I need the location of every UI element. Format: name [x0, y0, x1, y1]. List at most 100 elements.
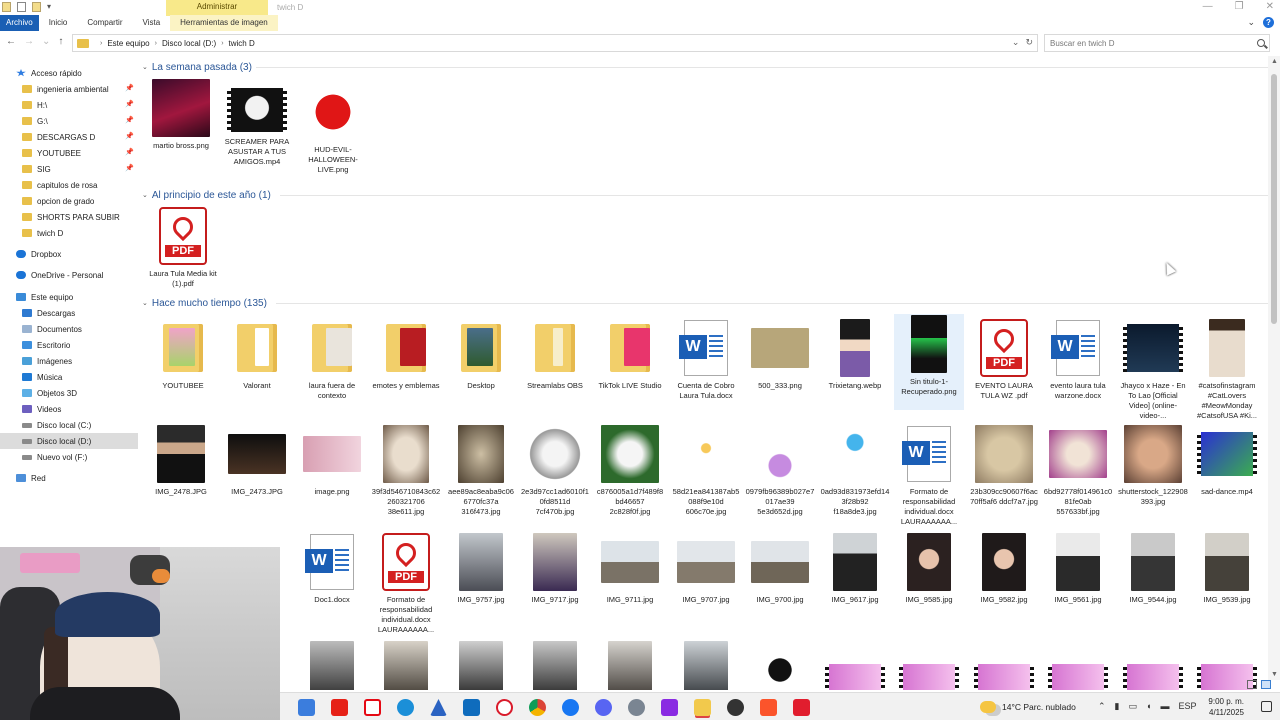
search-input[interactable]: Buscar en twich D	[1050, 39, 1114, 48]
file-item[interactable]	[820, 656, 890, 690]
sidebar-item-disco-d[interactable]: Disco local (D:)	[0, 433, 138, 449]
file-item[interactable]	[297, 640, 367, 690]
language-indicator[interactable]: ESP	[1178, 701, 1196, 712]
file-item[interactable]: 0ad93d831973efd143f28b92 f18a8de3.jpg	[820, 424, 890, 517]
scrollbar-thumb[interactable]	[1271, 74, 1277, 324]
tab-compartir[interactable]: Compartir	[77, 15, 132, 31]
file-item[interactable]: 2e3d97cc1ad6010f10fd8511d 7cf470b.jpg	[520, 424, 590, 517]
brave-icon[interactable]	[760, 699, 777, 716]
store-icon[interactable]	[298, 699, 315, 716]
sidebar-item-disco-c[interactable]: Disco local (C:)	[0, 417, 138, 433]
collapse-chevron-icon[interactable]: ⌄	[142, 63, 148, 71]
file-item[interactable]: IMG_9539.jpg	[1192, 532, 1262, 605]
forward-arrow-icon[interactable]: →	[24, 36, 34, 47]
help-icon[interactable]: ?	[1263, 17, 1274, 28]
volume-icon[interactable]: ◖	[1146, 701, 1151, 712]
weather-widget[interactable]: 14°C Parc. nublado	[980, 693, 1076, 720]
microphone-icon[interactable]: ▮	[1115, 701, 1120, 712]
settings-icon[interactable]	[628, 699, 645, 716]
file-item[interactable]: IMG_9717.jpg	[520, 532, 590, 605]
address-bar[interactable]: › Este equipo › Disco local (D:) › twich…	[72, 34, 1038, 52]
search-icon[interactable]	[1257, 39, 1265, 47]
sidebar-item-documentos[interactable]: Documentos	[0, 321, 138, 337]
youtube-icon[interactable]	[331, 699, 348, 716]
breadcrumb-twich-d[interactable]: twich D	[229, 39, 255, 48]
expand-ribbon-chevron-icon[interactable]: ⌄	[1247, 17, 1255, 28]
breadcrumb-disco-d[interactable]: Disco local (D:)	[162, 39, 216, 48]
sidebar-item-twich-d[interactable]: twich D	[0, 225, 138, 241]
back-arrow-icon[interactable]: ←	[6, 36, 16, 47]
pin-icon[interactable]: 📌	[125, 132, 134, 140]
file-item[interactable]: HUD-EVIL-HALLOWEEN-LIVE.png	[298, 82, 368, 175]
file-item[interactable]: IMG_9700.jpg	[745, 532, 815, 605]
app-icon[interactable]	[430, 699, 447, 716]
breadcrumb-este-equipo[interactable]: Este equipo	[107, 39, 149, 48]
group-header-this-year[interactable]: ⌄ Al principio de este año (1)	[142, 188, 271, 202]
file-item[interactable]: sad-dance.mp4	[1192, 424, 1262, 497]
sidebar-item-sig[interactable]: SIG 📌	[0, 161, 138, 177]
up-arrow-icon[interactable]: ↑	[58, 36, 63, 47]
maximize-icon[interactable]: ❐	[1235, 1, 1244, 12]
file-item[interactable]: IMG_9585.jpg	[894, 532, 964, 605]
obs-icon[interactable]	[727, 699, 744, 716]
sidebar-item-descargas-d[interactable]: DESCARGAS D 📌	[0, 129, 138, 145]
group-header-long-ago[interactable]: ⌄ Hace mucho tiempo (135)	[142, 296, 267, 310]
notification-icon[interactable]	[1261, 701, 1272, 712]
network-icon[interactable]: ▭	[1129, 701, 1138, 712]
file-item[interactable]: SCREAMER PARA ASUSTAR A TUS AMIGOS.mp4	[222, 86, 292, 167]
collapse-chevron-icon[interactable]: ⌄	[142, 299, 148, 307]
file-item[interactable]: #catsofinstagram #CatLovers #MeowMonday …	[1192, 318, 1262, 421]
folder-item[interactable]: TikTok LIVE Studio	[595, 318, 665, 391]
file-item[interactable]: PDF EVENTO LAURA TULA WZ .pdf	[969, 318, 1039, 401]
scroll-down-arrow-icon[interactable]: ▼	[1271, 671, 1278, 678]
opera-gx-icon[interactable]	[496, 699, 513, 716]
battery-icon[interactable]: ▬	[1160, 701, 1169, 712]
breadcrumb-separator-icon[interactable]: ›	[155, 40, 157, 47]
file-item[interactable]: shutterstock_122908393.jpg	[1118, 424, 1188, 507]
file-item[interactable]: 500_333.png	[745, 318, 815, 391]
sidebar-item-capitulos-de-rosa[interactable]: capitulos de rosa	[0, 177, 138, 193]
folder-item[interactable]: emotes y emblemas	[371, 318, 441, 391]
sidebar-item-youtubee[interactable]: YOUTUBEE 📌	[0, 145, 138, 161]
pin-icon[interactable]: 📌	[125, 84, 134, 92]
file-item[interactable]	[520, 640, 590, 690]
file-item[interactable]: 58d21ea841387ab5088f9e10d 606c70e.jpg	[671, 424, 741, 517]
file-item[interactable]: Trixietang.webp	[820, 318, 890, 391]
file-item[interactable]: image.png	[297, 424, 367, 497]
folder-item[interactable]: Streamlabs OBS	[520, 318, 590, 391]
sidebar-item-opcion-de-grado[interactable]: opcion de grado	[0, 193, 138, 209]
large-icons-view-icon[interactable]	[1261, 680, 1271, 689]
sidebar-item-ingenieria-ambiental[interactable]: ingenieria ambiental 📌	[0, 81, 138, 97]
file-item[interactable]: W Formato de responsabilidad individual.d…	[894, 424, 964, 527]
file-item-selected[interactable]: Sin titulo-1-Recuperado.png	[894, 314, 964, 410]
file-item[interactable]: 6bd92778f014961c081fe0ab 557633bf.jpg	[1043, 424, 1113, 517]
pin-icon[interactable]: 📌	[125, 148, 134, 156]
breadcrumb-separator-icon[interactable]: ›	[100, 40, 102, 47]
file-item[interactable]: W evento laura tula warzone.docx	[1043, 318, 1113, 401]
tab-vista[interactable]: Vista	[133, 15, 171, 31]
file-explorer-icon[interactable]	[694, 699, 711, 716]
file-item[interactable]: IMG_9582.jpg	[969, 532, 1039, 605]
customize-toolbar-chevron-icon[interactable]: ▾	[47, 2, 51, 12]
file-item[interactable]	[894, 656, 964, 690]
file-item[interactable]: 23b309cc90607f6ac70ff5af6 ddcf7a7.jpg	[969, 424, 1039, 507]
facebook-icon[interactable]	[562, 699, 579, 716]
file-item[interactable]: IMG_2473.JPG	[222, 424, 292, 497]
close-icon[interactable]: ✕	[1266, 1, 1274, 12]
file-item[interactable]	[671, 640, 741, 690]
file-item[interactable]	[446, 640, 516, 690]
file-item[interactable]: IMG_9617.jpg	[820, 532, 890, 605]
file-item[interactable]: W Cuenta de Cobro Laura Tula.docx	[671, 318, 741, 401]
file-item[interactable]	[745, 640, 815, 690]
history-chevron-icon[interactable]: ⌄	[1012, 37, 1020, 48]
show-hidden-icons-chevron-icon[interactable]: ⌃	[1098, 701, 1106, 712]
breadcrumb-separator-icon[interactable]: ›	[221, 40, 223, 47]
sidebar-item-h[interactable]: H:\ 📌	[0, 97, 138, 113]
details-view-icon[interactable]	[1247, 680, 1257, 689]
streamlabs-icon[interactable]	[793, 699, 810, 716]
sidebar-item-este-equipo[interactable]: Este equipo	[0, 289, 138, 305]
sidebar-item-descargas[interactable]: Descargas	[0, 305, 138, 321]
sidebar-item-red[interactable]: Red	[0, 470, 138, 486]
tab-herramientas-imagen[interactable]: Herramientas de imagen	[170, 15, 278, 31]
sidebar-item-videos[interactable]: Videos	[0, 401, 138, 417]
